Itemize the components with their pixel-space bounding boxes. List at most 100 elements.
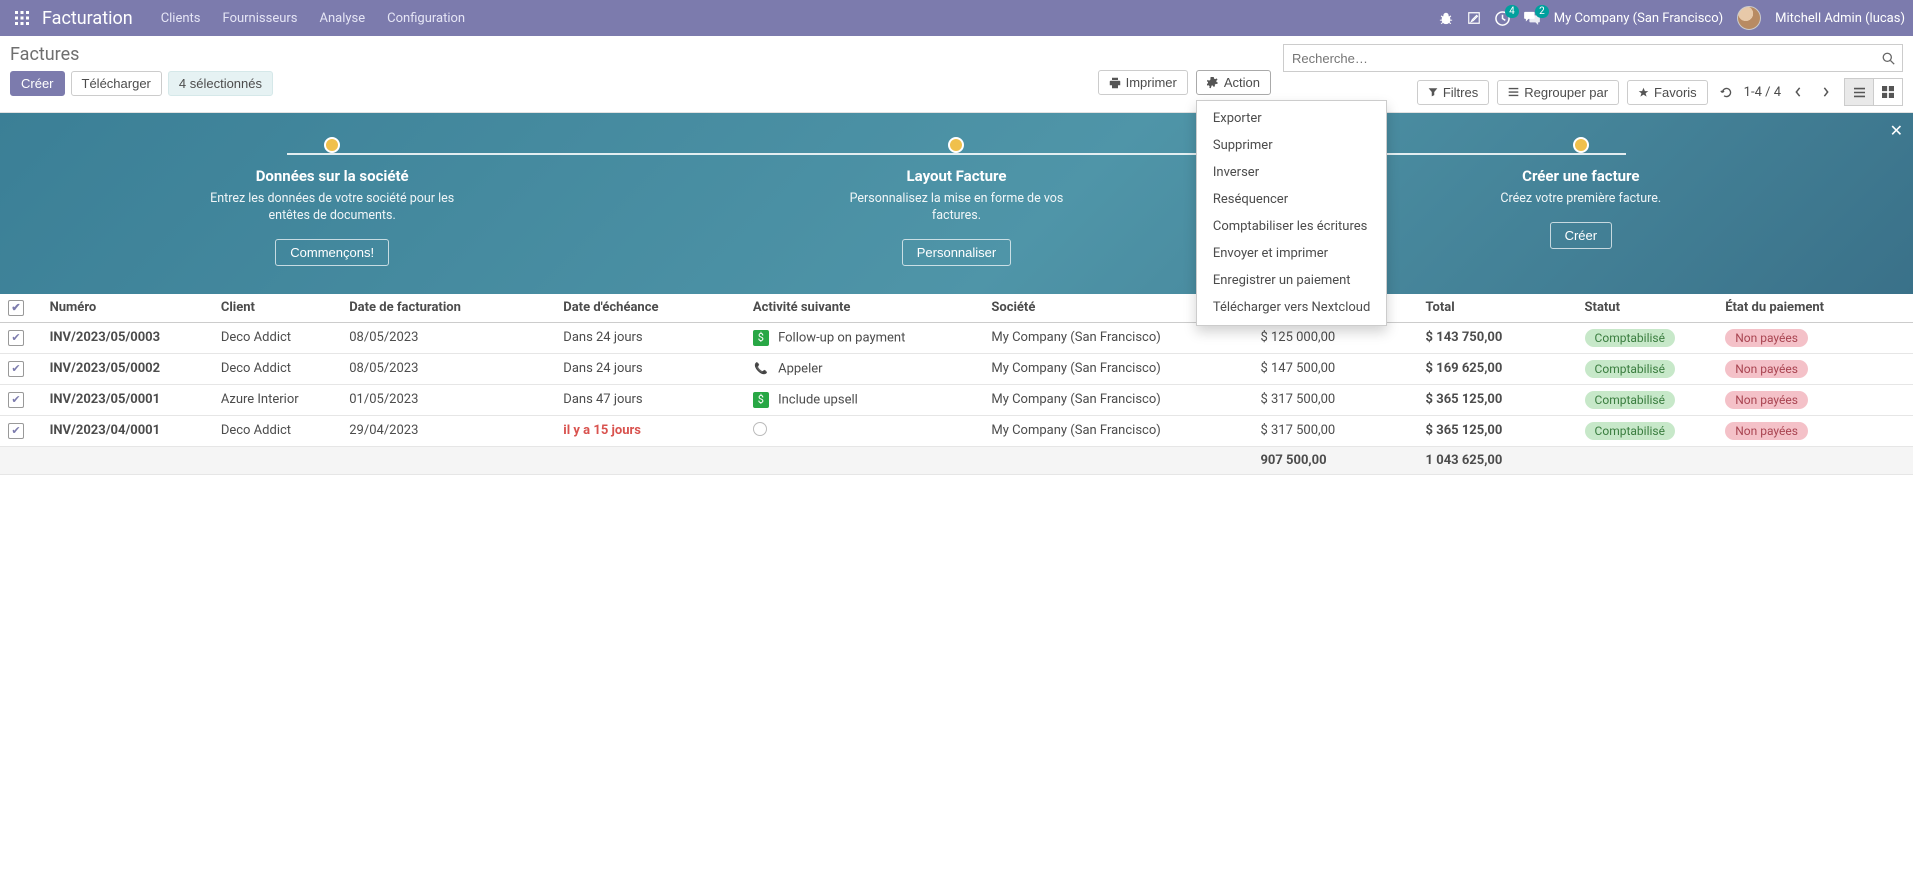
- action-post[interactable]: Comptabiliser les écritures: [1197, 213, 1386, 240]
- edit-icon[interactable]: [1467, 11, 1481, 25]
- view-kanban-button[interactable]: [1873, 78, 1903, 106]
- activity-label: Include upsell: [778, 392, 858, 407]
- favorites-button[interactable]: Favoris: [1627, 80, 1708, 105]
- action-button[interactable]: Action: [1196, 70, 1271, 95]
- th-number[interactable]: Numéro: [42, 294, 213, 323]
- action-delete[interactable]: Supprimer: [1197, 132, 1386, 159]
- cell-activity[interactable]: $ Include upsell: [745, 384, 984, 415]
- step-dot: [1573, 137, 1589, 153]
- onboard-step-layout: Layout Facture Personnalisez la mise en …: [664, 137, 1248, 266]
- cell-state: Comptabilisé: [1577, 415, 1718, 446]
- cell-total: $ 365 125,00: [1418, 415, 1577, 446]
- nav-configuration[interactable]: Configuration: [377, 3, 475, 34]
- table-header-row: Numéro Client Date de facturation Date d…: [0, 294, 1913, 323]
- search-box: [1283, 44, 1903, 72]
- money-icon: $: [753, 330, 769, 346]
- cell-company: My Company (San Francisco): [983, 322, 1252, 353]
- step-button-company[interactable]: Commençons!: [275, 239, 389, 266]
- kanban-view-icon: [1882, 86, 1894, 98]
- user-menu[interactable]: Mitchell Admin (lucas): [1775, 11, 1905, 26]
- bug-icon[interactable]: [1439, 11, 1453, 25]
- step-title: Données sur la société: [256, 167, 409, 185]
- nav-clients[interactable]: Clients: [151, 3, 211, 34]
- print-button[interactable]: Imprimer: [1098, 70, 1188, 95]
- cell-client: Deco Addict: [213, 322, 341, 353]
- chevron-left-icon: [1794, 87, 1802, 97]
- step-button-invoice[interactable]: Créer: [1550, 222, 1613, 249]
- th-inv-date[interactable]: Date de facturation: [341, 294, 555, 323]
- th-due-date[interactable]: Date d'échéance: [555, 294, 745, 323]
- search-input[interactable]: [1284, 51, 1874, 66]
- filters-button[interactable]: Filtres: [1417, 80, 1489, 105]
- row-checkbox[interactable]: [8, 392, 24, 408]
- cell-number: INV/2023/05/0001: [42, 384, 213, 415]
- cell-client: Azure Interior: [213, 384, 341, 415]
- table-row[interactable]: INV/2023/05/0003Deco Addict08/05/2023Dan…: [0, 322, 1913, 353]
- pager-value[interactable]: 1-4 / 4: [1744, 85, 1781, 100]
- selection-count[interactable]: 4 sélectionnés: [168, 71, 273, 96]
- action-reverse[interactable]: Inverser: [1197, 159, 1386, 186]
- cell-state: Comptabilisé: [1577, 353, 1718, 384]
- footer-untaxed: 907 500,00: [1252, 446, 1417, 474]
- onboarding-banner: ✕ Données sur la société Entrez les donn…: [0, 113, 1913, 294]
- step-button-layout[interactable]: Personnaliser: [902, 239, 1012, 266]
- pager-prev[interactable]: [1787, 80, 1809, 104]
- step-title: Layout Facture: [907, 167, 1007, 185]
- cell-activity[interactable]: 📞 Appeler: [745, 353, 984, 384]
- cell-activity[interactable]: [745, 415, 984, 446]
- table-row[interactable]: INV/2023/05/0002Deco Addict08/05/2023Dan…: [0, 353, 1913, 384]
- row-checkbox[interactable]: [8, 361, 24, 377]
- cell-activity[interactable]: $ Follow-up on payment: [745, 322, 984, 353]
- top-navbar: Facturation Clients Fournisseurs Analyse…: [0, 0, 1913, 36]
- download-button[interactable]: Télécharger: [71, 71, 162, 96]
- action-register-payment[interactable]: Enregistrer un paiement: [1197, 267, 1386, 294]
- systray: 4 2 My Company (San Francisco) Mitchell …: [1439, 6, 1905, 30]
- table-row[interactable]: INV/2023/05/0001Azure Interior01/05/2023…: [0, 384, 1913, 415]
- cell-due-date: Dans 47 jours: [555, 384, 745, 415]
- messages-icon[interactable]: 2: [1524, 11, 1540, 25]
- company-switcher[interactable]: My Company (San Francisco): [1554, 11, 1723, 26]
- view-list-button[interactable]: [1844, 78, 1874, 106]
- avatar[interactable]: [1737, 6, 1761, 30]
- cell-company: My Company (San Francisco): [983, 415, 1252, 446]
- star-icon: [1638, 87, 1649, 98]
- list-icon: [1508, 87, 1519, 97]
- apps-icon[interactable]: [8, 11, 36, 25]
- list-view-icon: [1853, 87, 1866, 98]
- th-client[interactable]: Client: [213, 294, 341, 323]
- action-download-nextcloud[interactable]: Télécharger vers Nextcloud: [1197, 294, 1386, 321]
- action-export[interactable]: Exporter: [1197, 105, 1386, 132]
- close-icon[interactable]: ✕: [1890, 121, 1903, 140]
- action-resequence[interactable]: Reséquencer: [1197, 186, 1386, 213]
- create-button[interactable]: Créer: [10, 71, 65, 96]
- search-icon[interactable]: [1874, 52, 1902, 65]
- nav-analyse[interactable]: Analyse: [310, 3, 376, 34]
- table-row[interactable]: INV/2023/04/0001Deco Addict29/04/2023il …: [0, 415, 1913, 446]
- invoice-table: Numéro Client Date de facturation Date d…: [0, 294, 1913, 475]
- row-checkbox[interactable]: [8, 330, 24, 346]
- th-pay-state[interactable]: État du paiement: [1717, 294, 1913, 323]
- action-label: Action: [1224, 75, 1260, 90]
- cell-inv-date: 01/05/2023: [341, 384, 555, 415]
- activities-icon[interactable]: 4: [1495, 11, 1510, 26]
- th-next-act[interactable]: Activité suivante: [745, 294, 984, 323]
- th-state[interactable]: Statut: [1577, 294, 1718, 323]
- groupby-label: Regrouper par: [1524, 85, 1608, 100]
- pager: 1-4 / 4: [1716, 80, 1837, 104]
- payment-badge: Non payées: [1725, 391, 1808, 409]
- row-checkbox[interactable]: [8, 423, 24, 439]
- groupby-button[interactable]: Regrouper par: [1497, 80, 1619, 105]
- action-send-print[interactable]: Envoyer et imprimer: [1197, 240, 1386, 267]
- step-desc: Personnalisez la mise en forme de vos fa…: [826, 191, 1086, 225]
- refresh-icon[interactable]: [1716, 80, 1738, 104]
- nav-fournisseurs[interactable]: Fournisseurs: [213, 3, 308, 34]
- step-desc: Créez votre première facture.: [1500, 191, 1661, 208]
- cell-inv-date: 08/05/2023: [341, 322, 555, 353]
- app-title[interactable]: Facturation: [42, 8, 133, 29]
- printer-icon: [1109, 77, 1121, 89]
- th-total[interactable]: Total: [1418, 294, 1577, 323]
- pager-next[interactable]: [1815, 80, 1837, 104]
- activity-label: Follow-up on payment: [778, 330, 905, 345]
- cell-number: INV/2023/04/0001: [42, 415, 213, 446]
- header-checkbox[interactable]: [8, 300, 24, 316]
